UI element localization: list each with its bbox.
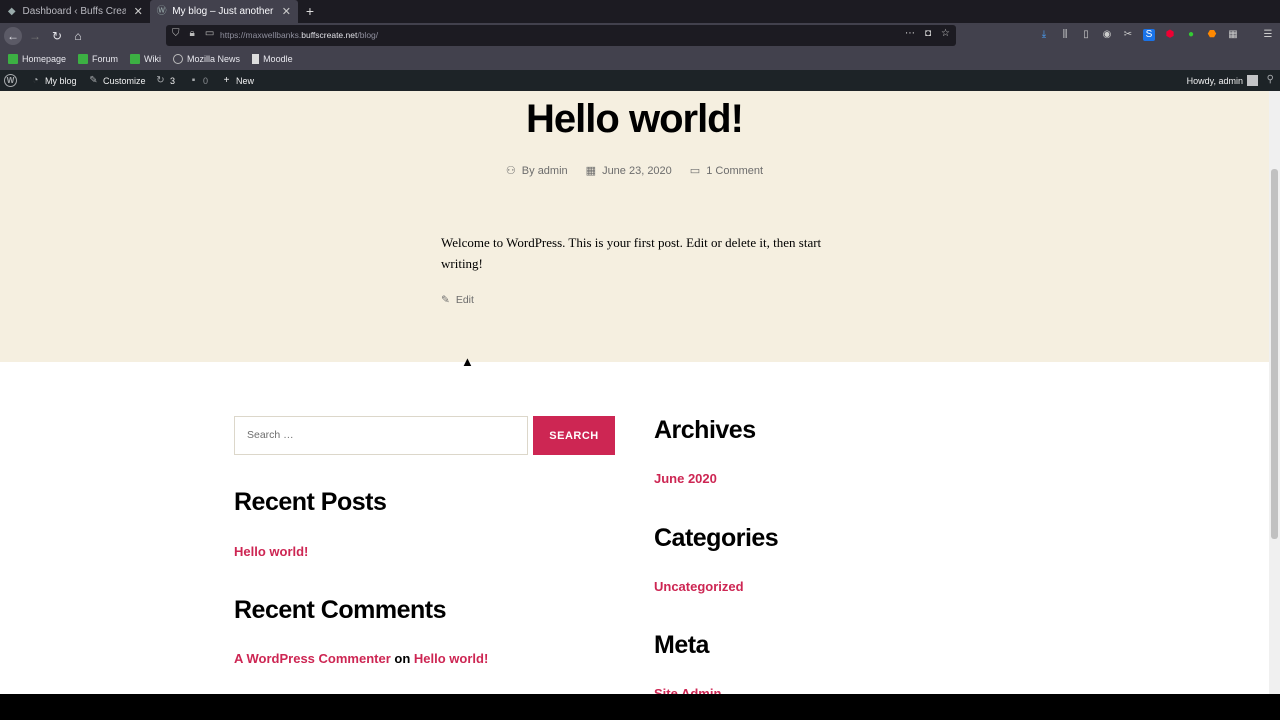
pocket-icon[interactable]: ◘ (925, 28, 931, 39)
blog-page: Hello world! ⚇ By admin ▦ June 23, 2020 ▭ 1… (0, 91, 1269, 694)
bookmark-homepage[interactable]: Homepage (8, 54, 66, 64)
bookmark-mozilla-news[interactable]: Mozilla News (173, 54, 240, 64)
document-icon (252, 54, 260, 64)
url-text[interactable]: https://maxwellbanks.buffscreate.net/blo… (220, 30, 378, 40)
forward-button[interactable]: → (26, 27, 44, 45)
home-button[interactable]: ⌂ (69, 27, 87, 45)
extension-s-icon[interactable]: S (1143, 29, 1155, 41)
globe-icon (173, 54, 184, 64)
post-meta: ⚇ By admin ▦ June 23, 2020 ▭ 1 Comment (0, 164, 1269, 178)
archive-link[interactable]: June 2020 (654, 471, 717, 486)
comment-on-text: on (394, 651, 411, 666)
account-menu[interactable]: Howdy, admin (1187, 70, 1258, 91)
library-icon[interactable]: ⫼ (1059, 29, 1071, 41)
new-content-menu[interactable]: + New (221, 70, 254, 91)
screenshot-icon[interactable]: ✂ (1122, 29, 1134, 41)
url-bar[interactable]: ⛉ 🔒︎ ▭ https://maxwellbanks.buffscreate.… (166, 25, 956, 46)
recent-post-link[interactable]: Hello world! (234, 544, 308, 559)
mouse-cursor-icon: ▲ (461, 354, 474, 369)
extension-green-icon[interactable]: ● (1185, 29, 1197, 41)
scrollbar-thumb[interactable] (1271, 169, 1278, 539)
post-author[interactable]: ⚇ By admin (505, 164, 568, 178)
extension-ublock-icon[interactable]: ⬢ (1164, 29, 1176, 41)
bookmark-forum[interactable]: Forum (78, 54, 118, 64)
bookmark-star-icon[interactable]: ☆ (941, 28, 950, 39)
post-section: Hello world! ⚇ By admin ▦ June 23, 2020 ▭ 1… (0, 91, 1269, 362)
search-input[interactable]: Search … (234, 416, 528, 455)
site-name-menu[interactable]: ◔ My blog (30, 70, 76, 91)
reload-button[interactable]: ↻ (48, 27, 66, 45)
post-comments[interactable]: ▭ 1 Comment (689, 164, 763, 178)
wordpress-icon: Ⓦ (156, 5, 167, 17)
bookmark-icon (8, 54, 18, 64)
tracking-shield-icon[interactable]: ⛉ (172, 28, 180, 39)
extension-orange-icon[interactable]: ⬣ (1206, 29, 1218, 41)
updates-link[interactable]: ↻ 3 (155, 70, 175, 91)
post-date[interactable]: ▦ June 23, 2020 (585, 164, 672, 178)
bookmarks-toolbar: Homepage Forum Wiki Mozilla News Moodle (0, 48, 1280, 70)
bookmark-icon (130, 54, 141, 64)
plus-icon: + (223, 75, 230, 86)
close-icon[interactable]: ✕ (132, 5, 144, 18)
permissions-icon[interactable]: ▭ (205, 28, 214, 39)
comment-post-link[interactable]: Hello world! (414, 651, 488, 666)
wp-admin-bar: W ◔ My blog ✎ Customize ↻ 3 ▪ 0 + New Howdy, … (0, 70, 1280, 91)
archives-heading: Archives (654, 416, 756, 444)
updates-icon: ↻ (156, 75, 165, 86)
search-button[interactable]: SEARCH (533, 416, 615, 455)
wp-logo-menu[interactable]: W (4, 70, 17, 91)
site-admin-link[interactable]: Site Admin (654, 686, 721, 694)
post-title[interactable]: Hello world! (0, 97, 1269, 142)
brush-icon: ✎ (89, 75, 98, 86)
search-icon[interactable]: ⚲ (1267, 74, 1274, 85)
back-button[interactable]: ← (4, 27, 22, 45)
categories-heading: Categories (654, 524, 779, 552)
bookmark-wiki[interactable]: Wiki (130, 54, 161, 64)
recent-comments-heading: Recent Comments (234, 596, 447, 624)
tab-dashboard[interactable]: ◆ Dashboard ‹ Buffs Create ✕ (0, 0, 150, 23)
calendar-icon: ▦ (585, 165, 597, 177)
new-tab-button[interactable]: + (302, 3, 318, 19)
post-content: Welcome to WordPress. This is your first… (441, 235, 822, 271)
recent-comment-item: A WordPress Commenter on Hello world! (234, 651, 488, 666)
bookmark-moodle[interactable]: Moodle (252, 54, 293, 64)
lock-icon[interactable]: 🔒︎ (190, 28, 195, 39)
navigation-bar: ← → ↻ ⌂ ⛉ 🔒︎ ▭ https://maxwellbanks.buff… (0, 23, 1280, 48)
account-icon[interactable]: ◉ (1101, 29, 1113, 41)
shield-icon: ◆ (7, 5, 16, 17)
recent-posts-heading: Recent Posts (234, 488, 387, 516)
category-link[interactable]: Uncategorized (654, 579, 744, 594)
bookmark-icon (78, 54, 89, 64)
meta-heading: Meta (654, 631, 709, 659)
comment-icon: ▪ (191, 75, 196, 86)
edit-icon: ✎ (441, 294, 450, 306)
customize-link[interactable]: ✎ Customize (88, 70, 145, 91)
edit-post-link[interactable]: ✎ Edit (441, 294, 474, 306)
dashboard-icon: ◔ (32, 75, 39, 86)
tab-my-blog[interactable]: Ⓦ My blog – Just another Wo ✕ (150, 0, 298, 23)
commenter-link[interactable]: A WordPress Commenter (234, 651, 391, 666)
person-icon: ⚇ (505, 165, 516, 177)
tab-strip: ◆ Dashboard ‹ Buffs Create ✕ Ⓦ My blog –… (0, 0, 1280, 23)
tab-title: My blog – Just another Wo (172, 6, 275, 17)
close-icon[interactable]: ✕ (281, 5, 292, 18)
page-actions-icon[interactable]: ⋯ (905, 28, 915, 39)
download-icon[interactable]: ⤓ (1038, 29, 1050, 41)
wordpress-icon: W (4, 74, 17, 87)
menu-icon[interactable]: ☰ (1262, 29, 1274, 41)
browser-window: ◆ Dashboard ‹ Buffs Create ✕ Ⓦ My blog –… (0, 0, 1280, 694)
page-scrollbar[interactable] (1269, 91, 1280, 694)
avatar (1247, 75, 1258, 86)
comments-link[interactable]: ▪ 0 (188, 70, 208, 91)
comment-icon: ▭ (689, 165, 701, 177)
tab-title: Dashboard ‹ Buffs Create (22, 6, 127, 17)
sidebar-icon[interactable]: ▯ (1080, 29, 1092, 41)
extensions-grid-icon[interactable]: ▦ (1227, 29, 1239, 41)
